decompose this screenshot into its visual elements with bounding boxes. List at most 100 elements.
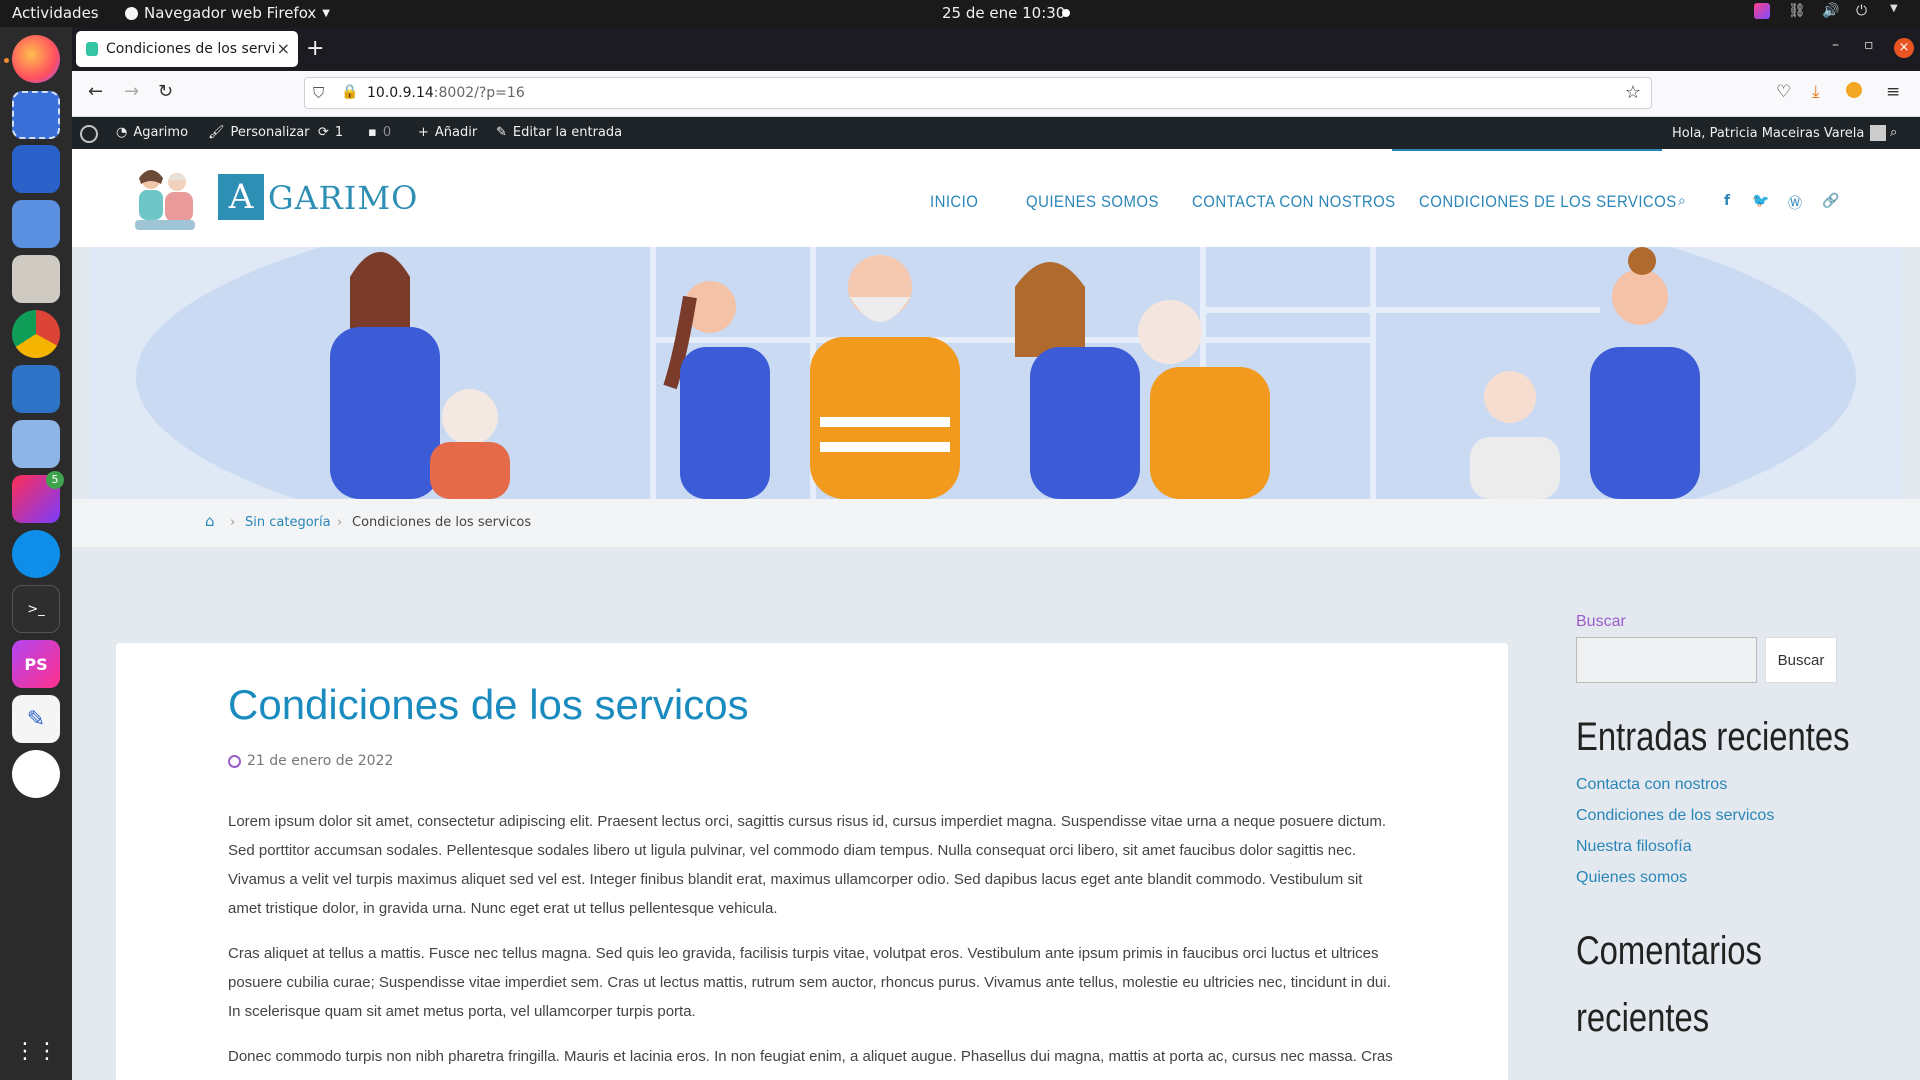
wp-search-icon[interactable]: ⌕ [1890,125,1897,140]
dashboard-icon: ◔ [116,125,128,140]
search-icon[interactable]: ⌕ [1678,193,1686,209]
lock-icon[interactable]: 🔒 [341,84,358,100]
chrome-icon[interactable] [12,310,60,358]
search-input[interactable] [1576,637,1757,683]
running-indicator [4,58,9,63]
twitter-icon[interactable]: 🐦 [1752,193,1769,209]
post-date-text: 21 de enero de 2022 [247,753,394,769]
address-bar[interactable]: ⛉ 🔒 10.0.9.14:8002/?p=16 ☆ [304,77,1652,109]
wp-new-link[interactable]: + Añadir [418,125,477,140]
post-article: Condiciones de los servicos 21 de enero … [116,643,1508,1080]
breadcrumb-sep: › [230,515,236,530]
post-title: Condiciones de los servicos [228,681,749,728]
search-label: Buscar [1576,613,1626,630]
software-center-icon[interactable] [12,200,60,248]
wp-edit-link[interactable]: ✎ Editar la entrada [496,125,622,140]
android-studio-icon[interactable] [12,750,60,798]
pencil-icon: ✎ [496,125,507,140]
back-button[interactable]: ← [88,81,103,102]
clock[interactable]: 25 de ene 10:30 [942,4,1065,22]
recent-posts-list: Contacta con nostros Condiciones de los … [1576,776,1876,887]
post-date: 21 de enero de 2022 [228,753,393,769]
chevron-down-icon[interactable]: ▼ [1890,3,1906,19]
menu-condiciones[interactable]: CONDICIONES DE LOS SERVICOS [1419,192,1677,212]
logo-text[interactable]: GARIMO [268,179,418,217]
app-menu[interactable]: Navegador web Firefox ▼ [125,4,330,22]
extension-icon[interactable] [1846,82,1862,98]
screenshot-icon[interactable] [12,91,60,139]
facebook-icon[interactable]: f [1724,193,1730,209]
volume-icon[interactable]: 🔊 [1822,3,1839,19]
breadcrumb-category[interactable]: Sin categoría [245,515,331,530]
wp-site-link[interactable]: ◔ Agarimo [116,125,188,140]
updates-icon: ⟳ [318,125,329,140]
url-text: 10.0.9.14:8002/?p=16 [367,85,525,101]
dock: 5 >_ PS ✎ ⋮⋮ [0,27,72,1080]
network-icon[interactable]: ⛓ [1788,3,1806,19]
pocket-icon[interactable]: ♡ [1776,82,1791,102]
post-content: Lorem ipsum dolor sit amet, consectetur … [228,807,1398,1080]
forward-button[interactable]: → [124,81,139,102]
show-apps-icon[interactable]: ⋮⋮ [12,1027,60,1075]
search-button[interactable]: Buscar [1765,637,1837,683]
wp-account-link[interactable]: Hola, Patricia Maceiras Varela [1672,125,1887,141]
home-icon[interactable]: ⌂ [205,512,215,530]
wp-customize-link[interactable]: 🖌 Personalizar [208,125,310,140]
terminal-icon[interactable]: >_ [12,585,60,633]
firefox-window: Condiciones de los servicos × + – ▫ × ← … [72,27,1920,1080]
activities-button[interactable]: Actividades [12,4,99,22]
wp-admin-bar: ◔ Agarimo 🖌 Personalizar ⟳ 1 ▪ 0 + Añadir ✎ Ed… [72,117,1920,149]
comment-icon: ▪ [368,125,377,140]
menu-icon[interactable]: ≡ [1886,82,1900,102]
clock-icon [228,754,241,768]
link-icon[interactable]: 🔗 [1822,193,1839,209]
recent-post-link[interactable]: Nuestra filosofía [1576,838,1876,856]
url-path: :8002/?p=16 [433,85,525,101]
window-close-button[interactable]: × [1894,38,1914,58]
recent-post-link[interactable]: Condiciones de los servicos [1576,807,1876,825]
text-editor-icon[interactable]: ✎ [12,695,60,743]
jetbrains-toolbox-icon[interactable]: 5 [12,471,64,523]
teamviewer-icon[interactable] [12,530,60,578]
colorful-app-indicator-icon[interactable] [1754,3,1770,19]
downloads-icon[interactable]: ⤓ [1812,82,1820,102]
notification-dot [1062,9,1070,17]
system-monitor-icon[interactable] [12,365,60,413]
menu-contacta[interactable]: CONTACTA CON NOSTROS [1192,192,1396,212]
tab-active[interactable]: Condiciones de los servicos × [76,31,298,67]
active-menu-indicator [1392,149,1662,151]
system-tray[interactable]: ⛓ 🔊 ⏻ ▼ [1754,3,1906,19]
firefox-icon[interactable] [12,35,60,83]
search-form: Buscar [1576,637,1876,683]
recent-post-link[interactable]: Contacta con nostros [1576,776,1876,794]
app-menu-label: Navegador web Firefox [144,4,317,22]
menu-inicio[interactable]: INICIO [930,192,978,212]
document-viewer-icon[interactable] [12,145,60,193]
new-tab-button[interactable]: + [306,36,324,61]
restore-button[interactable]: ▫ [1864,37,1874,53]
wp-comments-link[interactable]: ▪ 0 [368,125,391,140]
tab-title: Condiciones de los servicos [106,41,274,57]
tab-close-icon[interactable]: × [277,39,290,58]
menu-quienes-somos[interactable]: QUIENES SOMOS [1026,192,1159,212]
navigation-toolbar: ← → ↻ ⛉ 🔒 10.0.9.14:8002/?p=16 ☆ ♡ ⤓ ≡ [72,71,1920,117]
wordpress-icon[interactable]: Ⓦ [1788,193,1802,213]
recent-post-link[interactable]: Quienes somos [1576,869,1876,887]
power-icon[interactable]: ⏻ [1856,3,1872,19]
wordpress-logo-icon[interactable] [80,125,98,143]
logo-letter[interactable]: A [218,174,264,220]
virtualbox-icon[interactable] [12,420,60,468]
reload-button[interactable]: ↻ [158,81,173,102]
firefox-small-icon [125,6,138,20]
bookmark-star-icon[interactable]: ☆ [1625,82,1641,103]
wp-updates-link[interactable]: ⟳ 1 [318,125,343,140]
brush-icon: 🖌 [208,125,225,140]
post-paragraph: Cras aliquet at tellus a mattis. Fusce n… [228,945,1391,1020]
files-icon[interactable] [12,255,60,303]
breadcrumb: ⌂ › Sin categoría › Condiciones de los s… [72,499,1920,547]
page-viewport: ◔ Agarimo 🖌 Personalizar ⟳ 1 ▪ 0 + Añadir ✎ Ed… [72,117,1920,1080]
phpstorm-icon[interactable]: PS [12,640,60,688]
minimize-button[interactable]: – [1832,37,1839,53]
shield-icon[interactable]: ⛉ [313,84,324,102]
logo-illustration[interactable] [127,160,203,236]
